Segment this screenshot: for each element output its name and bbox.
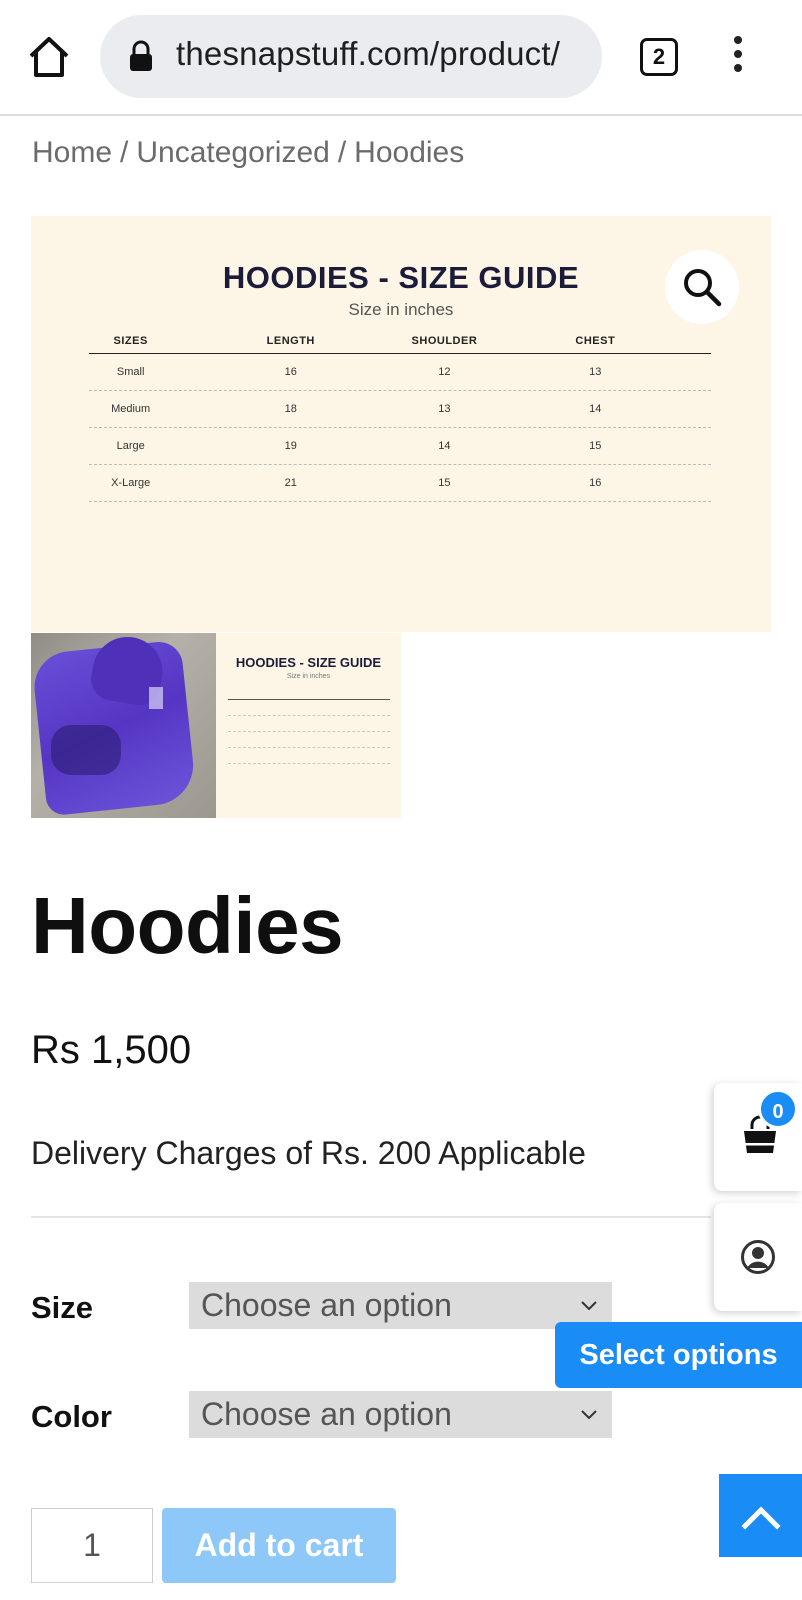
size-guide-table: SIZES LENGTH SHOULDER CHEST Small 16 12 … [89,326,711,502]
breadcrumb: Home / Uncategorized / Hoodies [32,136,464,170]
thumbnail-subtitle: Size in inches [286,673,331,680]
table-cell: Small [116,366,145,378]
size-label: Size [31,1290,94,1325]
search-icon [684,269,722,307]
table-cell: 14 [438,440,451,452]
size-select[interactable]: Choose an option [189,1282,612,1329]
column-header: LENGTH [266,335,315,347]
size-select-value: Choose an option [201,1287,452,1323]
table-cell: 18 [284,403,297,415]
table-cell: 13 [589,366,602,378]
size-guide-title: HOODIES - SIZE GUIDE [222,260,580,295]
table-cell: Large [116,440,145,452]
table-cell: X-Large [111,477,151,489]
chevron-up-icon [741,1506,781,1530]
table-cell: 16 [284,366,297,378]
color-select[interactable]: Choose an option [189,1391,612,1438]
color-label: Color [31,1399,112,1434]
table-row: Medium 18 13 14 [89,391,711,428]
column-header: CHEST [575,335,616,347]
size-guide-header: SIZES LENGTH SHOULDER CHEST [89,326,711,354]
table-cell: 19 [284,440,297,452]
lock-icon [128,40,154,72]
floating-account-button[interactable] [714,1203,802,1311]
table-cell: 12 [438,366,451,378]
account-icon [741,1240,775,1274]
table-row: Small 16 12 13 [89,354,711,391]
divider [31,1216,711,1218]
breadcrumb-separator: / [120,136,129,169]
color-select-value: Choose an option [201,1396,452,1432]
table-cell: Medium [111,403,151,415]
breadcrumb-uncategorized[interactable]: Uncategorized [136,136,329,169]
table-cell: 13 [438,403,451,415]
thumbnail-title: HOODIES - SIZE GUIDE [235,655,382,670]
select-options-button[interactable]: Select options [555,1322,802,1388]
quantity-input[interactable]: 1 [31,1508,153,1583]
more-vert-icon[interactable] [728,36,748,76]
browser-toolbar: thesnapstuff.com/product/ 2 [0,0,802,116]
thumbnail-size-guide[interactable]: HOODIES - SIZE GUIDE Size in inches [216,633,401,818]
cart-count-badge: 0 [758,1089,798,1129]
breadcrumb-separator: / [337,136,347,169]
url-text: thesnapstuff.com/product/ [176,35,561,72]
column-header: SIZES [113,335,148,347]
table-cell: 14 [589,403,602,415]
home-icon[interactable] [26,34,72,80]
tab-switcher-button[interactable]: 2 [640,38,678,76]
chevron-down-icon [581,1301,597,1311]
image-zoom-button[interactable] [665,250,739,324]
column-header: SHOULDER [411,335,478,347]
table-cell: 16 [589,477,602,489]
address-bar[interactable]: thesnapstuff.com/product/ [100,15,602,98]
table-cell: 21 [284,477,297,489]
table-row: X-Large 21 15 16 [89,465,711,502]
thumbnail-hoodie-photo[interactable] [31,633,216,818]
table-row: Large 19 14 15 [89,428,711,465]
product-main-image[interactable]: HOODIES - SIZE GUIDE Size in inches SIZE… [31,216,771,632]
add-to-cart-button[interactable]: Add to cart [162,1508,396,1583]
chevron-down-icon [581,1410,597,1420]
size-guide-subtitle: Size in inches [348,300,454,319]
breadcrumb-current: Hoodies [354,136,465,169]
product-title: Hoodies [31,881,344,970]
table-cell: 15 [438,477,451,489]
scroll-to-top-button[interactable] [719,1474,802,1557]
delivery-note: Delivery Charges of Rs. 200 Applicable [31,1135,586,1171]
table-cell: 15 [589,440,602,452]
product-price: Rs 1,500 [31,1028,192,1072]
breadcrumb-home[interactable]: Home [32,136,112,169]
